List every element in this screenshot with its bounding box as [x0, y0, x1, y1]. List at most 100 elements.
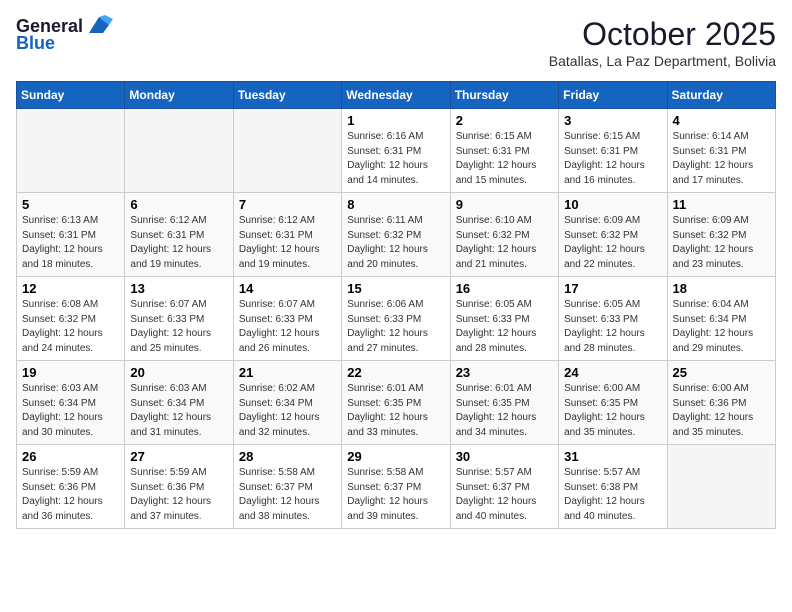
- day-info: Sunrise: 6:16 AM Sunset: 6:31 PM Dayligh…: [347, 130, 444, 188]
- calendar-cell: 15 Sunrise: 6:06 AM Sunset: 6:33 PM Dayli…: [342, 277, 450, 361]
- day-info: Sunrise: 6:04 AM Sunset: 6:34 PM Dayligh…: [673, 298, 770, 356]
- day-number: 5: [22, 197, 119, 212]
- calendar-cell: [233, 109, 341, 193]
- page-header: General Blue October 2025 Batallas, La P…: [16, 16, 776, 69]
- weekday-header: Saturday: [667, 82, 775, 109]
- location-title: Batallas, La Paz Department, Bolivia: [549, 53, 776, 69]
- day-info: Sunrise: 6:05 AM Sunset: 6:33 PM Dayligh…: [456, 298, 553, 356]
- day-info: Sunrise: 6:07 AM Sunset: 6:33 PM Dayligh…: [239, 298, 336, 356]
- day-info: Sunrise: 6:01 AM Sunset: 6:35 PM Dayligh…: [347, 382, 444, 440]
- calendar-cell: 12 Sunrise: 6:08 AM Sunset: 6:32 PM Dayli…: [17, 277, 125, 361]
- weekday-header: Tuesday: [233, 82, 341, 109]
- day-info: Sunrise: 6:07 AM Sunset: 6:33 PM Dayligh…: [130, 298, 227, 356]
- day-number: 11: [673, 197, 770, 212]
- day-info: Sunrise: 5:59 AM Sunset: 6:36 PM Dayligh…: [22, 466, 119, 524]
- day-number: 1: [347, 113, 444, 128]
- calendar-cell: 30 Sunrise: 5:57 AM Sunset: 6:37 PM Dayli…: [450, 445, 558, 529]
- day-number: 4: [673, 113, 770, 128]
- calendar-cell: 26 Sunrise: 5:59 AM Sunset: 6:36 PM Dayli…: [17, 445, 125, 529]
- calendar-cell: 2 Sunrise: 6:15 AM Sunset: 6:31 PM Daylig…: [450, 109, 558, 193]
- logo: General Blue: [16, 16, 113, 54]
- calendar-cell: 24Sunrise: 6:00 AM Sunset: 6:35 PM Dayli…: [559, 361, 667, 445]
- calendar-week-row: 26 Sunrise: 5:59 AM Sunset: 6:36 PM Dayli…: [17, 445, 776, 529]
- day-number: 31: [564, 449, 661, 464]
- day-number: 17: [564, 281, 661, 296]
- calendar-week-row: 12 Sunrise: 6:08 AM Sunset: 6:32 PM Dayli…: [17, 277, 776, 361]
- calendar-table: SundayMondayTuesdayWednesdayThursdayFrid…: [16, 81, 776, 529]
- day-info: Sunrise: 5:59 AM Sunset: 6:36 PM Dayligh…: [130, 466, 227, 524]
- calendar-cell: 9 Sunrise: 6:10 AM Sunset: 6:32 PM Daylig…: [450, 193, 558, 277]
- day-info: Sunrise: 6:15 AM Sunset: 6:31 PM Dayligh…: [456, 130, 553, 188]
- calendar-cell: [125, 109, 233, 193]
- day-number: 21: [239, 365, 336, 380]
- day-number: 6: [130, 197, 227, 212]
- day-number: 23: [456, 365, 553, 380]
- calendar-cell: 6 Sunrise: 6:12 AM Sunset: 6:31 PM Daylig…: [125, 193, 233, 277]
- day-info: Sunrise: 6:12 AM Sunset: 6:31 PM Dayligh…: [130, 214, 227, 272]
- calendar-cell: [17, 109, 125, 193]
- day-info: Sunrise: 6:08 AM Sunset: 6:32 PM Dayligh…: [22, 298, 119, 356]
- day-number: 15: [347, 281, 444, 296]
- day-info: Sunrise: 6:00 AM Sunset: 6:36 PM Dayligh…: [673, 382, 770, 440]
- title-section: October 2025 Batallas, La Paz Department…: [549, 16, 776, 69]
- calendar-cell: 14 Sunrise: 6:07 AM Sunset: 6:33 PM Dayli…: [233, 277, 341, 361]
- day-number: 10: [564, 197, 661, 212]
- calendar-cell: 16 Sunrise: 6:05 AM Sunset: 6:33 PM Dayli…: [450, 277, 558, 361]
- calendar-cell: 25 Sunrise: 6:00 AM Sunset: 6:36 PM Dayli…: [667, 361, 775, 445]
- day-info: Sunrise: 6:03 AM Sunset: 6:34 PM Dayligh…: [22, 382, 119, 440]
- calendar-cell: 4Sunrise: 6:14 AM Sunset: 6:31 PM Daylig…: [667, 109, 775, 193]
- day-info: Sunrise: 5:57 AM Sunset: 6:37 PM Dayligh…: [456, 466, 553, 524]
- day-info: Sunrise: 6:05 AM Sunset: 6:33 PM Dayligh…: [564, 298, 661, 356]
- month-title: October 2025: [549, 16, 776, 53]
- day-number: 14: [239, 281, 336, 296]
- day-number: 16: [456, 281, 553, 296]
- day-number: 9: [456, 197, 553, 212]
- day-info: Sunrise: 6:10 AM Sunset: 6:32 PM Dayligh…: [456, 214, 553, 272]
- day-number: 26: [22, 449, 119, 464]
- day-number: 13: [130, 281, 227, 296]
- calendar-cell: 3 Sunrise: 6:15 AM Sunset: 6:31 PM Daylig…: [559, 109, 667, 193]
- day-info: Sunrise: 6:09 AM Sunset: 6:32 PM Dayligh…: [564, 214, 661, 272]
- day-info: Sunrise: 6:06 AM Sunset: 6:33 PM Dayligh…: [347, 298, 444, 356]
- calendar-week-row: 19Sunrise: 6:03 AM Sunset: 6:34 PM Dayli…: [17, 361, 776, 445]
- day-number: 28: [239, 449, 336, 464]
- day-info: Sunrise: 6:13 AM Sunset: 6:31 PM Dayligh…: [22, 214, 119, 272]
- calendar-cell: 22 Sunrise: 6:01 AM Sunset: 6:35 PM Dayli…: [342, 361, 450, 445]
- day-info: Sunrise: 6:12 AM Sunset: 6:31 PM Dayligh…: [239, 214, 336, 272]
- calendar-cell: 21Sunrise: 6:02 AM Sunset: 6:34 PM Dayli…: [233, 361, 341, 445]
- weekday-header: Monday: [125, 82, 233, 109]
- day-number: 18: [673, 281, 770, 296]
- day-info: Sunrise: 5:58 AM Sunset: 6:37 PM Dayligh…: [239, 466, 336, 524]
- day-number: 8: [347, 197, 444, 212]
- calendar-week-row: 5 Sunrise: 6:13 AM Sunset: 6:31 PM Daylig…: [17, 193, 776, 277]
- calendar-cell: [667, 445, 775, 529]
- calendar-cell: 10 Sunrise: 6:09 AM Sunset: 6:32 PM Dayli…: [559, 193, 667, 277]
- day-number: 29: [347, 449, 444, 464]
- day-info: Sunrise: 6:03 AM Sunset: 6:34 PM Dayligh…: [130, 382, 227, 440]
- calendar-cell: 19Sunrise: 6:03 AM Sunset: 6:34 PM Dayli…: [17, 361, 125, 445]
- calendar-cell: 28 Sunrise: 5:58 AM Sunset: 6:37 PM Dayli…: [233, 445, 341, 529]
- calendar-cell: 8 Sunrise: 6:11 AM Sunset: 6:32 PM Daylig…: [342, 193, 450, 277]
- day-number: 22: [347, 365, 444, 380]
- calendar-cell: 18 Sunrise: 6:04 AM Sunset: 6:34 PM Dayli…: [667, 277, 775, 361]
- calendar-cell: 23 Sunrise: 6:01 AM Sunset: 6:35 PM Dayli…: [450, 361, 558, 445]
- day-number: 12: [22, 281, 119, 296]
- calendar-cell: 17 Sunrise: 6:05 AM Sunset: 6:33 PM Dayli…: [559, 277, 667, 361]
- day-info: Sunrise: 6:01 AM Sunset: 6:35 PM Dayligh…: [456, 382, 553, 440]
- day-info: Sunrise: 5:57 AM Sunset: 6:38 PM Dayligh…: [564, 466, 661, 524]
- day-info: Sunrise: 5:58 AM Sunset: 6:37 PM Dayligh…: [347, 466, 444, 524]
- day-number: 30: [456, 449, 553, 464]
- calendar-cell: 1 Sunrise: 6:16 AM Sunset: 6:31 PM Daylig…: [342, 109, 450, 193]
- calendar-cell: 31 Sunrise: 5:57 AM Sunset: 6:38 PM Dayli…: [559, 445, 667, 529]
- calendar-cell: 20Sunrise: 6:03 AM Sunset: 6:34 PM Dayli…: [125, 361, 233, 445]
- day-number: 3: [564, 113, 661, 128]
- logo-blue-text: Blue: [16, 33, 55, 54]
- day-number: 27: [130, 449, 227, 464]
- day-number: 7: [239, 197, 336, 212]
- day-info: Sunrise: 6:15 AM Sunset: 6:31 PM Dayligh…: [564, 130, 661, 188]
- day-info: Sunrise: 6:11 AM Sunset: 6:32 PM Dayligh…: [347, 214, 444, 272]
- day-number: 25: [673, 365, 770, 380]
- day-info: Sunrise: 6:00 AM Sunset: 6:35 PM Dayligh…: [564, 382, 661, 440]
- day-number: 2: [456, 113, 553, 128]
- calendar-cell: 13 Sunrise: 6:07 AM Sunset: 6:33 PM Dayli…: [125, 277, 233, 361]
